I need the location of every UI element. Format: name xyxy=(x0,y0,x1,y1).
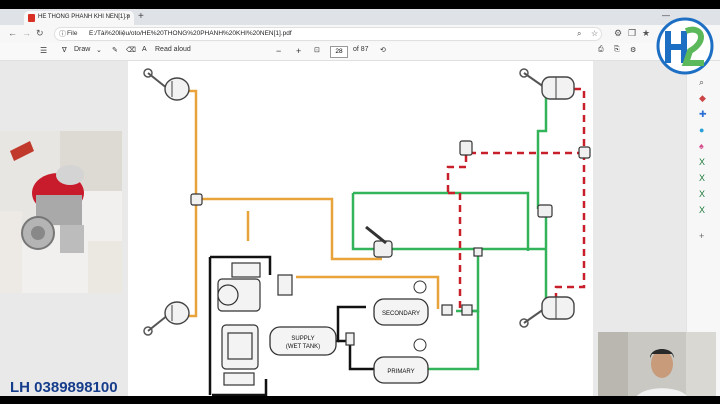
draw-options-icon[interactable]: ⌄ xyxy=(96,46,102,54)
green-air-lines xyxy=(351,91,548,371)
tab-pdf-document[interactable]: HE THONG PHANH KHI NEN[1].p × xyxy=(24,11,134,25)
split-view-icon[interactable]: ❐ xyxy=(628,28,636,39)
compressor-photo xyxy=(0,131,122,293)
highlight-icon[interactable]: ✎ xyxy=(112,46,118,54)
star-icon[interactable]: ☆ xyxy=(591,29,598,38)
front-left-brake-chamber xyxy=(143,68,190,101)
new-tab-button[interactable]: + xyxy=(138,11,144,22)
games-icon[interactable]: ♠ xyxy=(699,141,704,151)
rotate-icon[interactable]: ⟲ xyxy=(380,46,386,54)
browser-window: HE THONG PHANH KHI NEN[1].p × + — ← → ↻ … xyxy=(0,9,720,396)
contents-icon[interactable]: ☰ xyxy=(40,46,47,55)
extensions-icon[interactable]: ⚙ xyxy=(614,28,622,39)
address-bar-row: ← → ↻ ⓘ File E:/Tài%20liệu/oto/HE%20THON… xyxy=(0,25,720,43)
url-field[interactable]: ⓘ File E:/Tài%20liệu/oto/HE%20THONG%20PH… xyxy=(54,27,602,41)
primary-label: PRIMARY xyxy=(387,369,414,375)
tab-close-button[interactable]: × xyxy=(126,13,130,20)
tools-icon[interactable]: ✚ xyxy=(699,109,707,120)
logo-mark xyxy=(656,17,714,75)
tab-title: HE THONG PHANH KHI NEN[1].p xyxy=(38,14,130,20)
search-icon[interactable]: ⌕ xyxy=(577,29,581,39)
file-scheme-label: File xyxy=(67,30,78,37)
compressor xyxy=(217,262,293,386)
compressor-photo-image xyxy=(0,131,122,293)
red-dashed-lines xyxy=(446,87,586,311)
info-icon[interactable]: ⓘ xyxy=(59,29,66,39)
pdf-file-icon xyxy=(28,14,35,22)
orange-air-lines xyxy=(173,89,440,318)
secondary-label: SECONDARY xyxy=(382,311,420,317)
page-total: of 87 xyxy=(353,46,369,53)
zoom-out-button[interactable]: − xyxy=(276,46,281,56)
page-number-input[interactable]: 28 xyxy=(330,46,348,58)
settings-icon[interactable]: ⚙ xyxy=(630,46,636,54)
filter-icon[interactable]: ∇ xyxy=(62,46,67,54)
excel-icon[interactable]: X xyxy=(699,157,705,167)
supply-label: SUPPLY xyxy=(291,336,314,342)
draw-button[interactable]: Draw xyxy=(74,46,90,53)
read-aloud-button[interactable]: Read aloud xyxy=(155,46,191,53)
print-icon[interactable]: ⎙ xyxy=(598,46,604,54)
presenter-webcam xyxy=(598,332,716,396)
pdf-toolbar: ☰ ∇ Draw ⌄ ✎ ⌫ A Read aloud − + ⊡ 28 of … xyxy=(0,43,720,61)
search-sidebar-icon[interactable]: ⌕ xyxy=(699,77,704,88)
supply-wet-tank: SUPPLY (WET TANK) xyxy=(269,326,337,356)
pdf-page: SUPPLY (WET TANK) SECONDARY PRIMARY xyxy=(128,61,593,396)
rear-left-brake-chamber xyxy=(143,301,190,336)
url-text: E:/Tài%20liệu/oto/HE%20THONG%20PHANH%20K… xyxy=(89,30,292,37)
air-brake-diagram: SUPPLY (WET TANK) SECONDARY PRIMARY xyxy=(143,68,591,396)
excel-icon-2[interactable]: X xyxy=(699,173,705,183)
excel-icon-3[interactable]: X xyxy=(699,189,705,199)
contact-phone-text: LH 0389898100 xyxy=(10,379,118,396)
tab-strip: HE THONG PHANH KHI NEN[1].p × + — xyxy=(0,9,720,25)
secondary-tank: SECONDARY xyxy=(373,280,429,326)
primary-tank: PRIMARY xyxy=(373,338,429,384)
favorites-icon[interactable]: ★ xyxy=(642,28,650,39)
forward-icon[interactable]: → xyxy=(22,28,31,38)
webcam-image xyxy=(598,332,716,396)
brand-logo xyxy=(656,15,714,77)
copilot-icon[interactable]: ● xyxy=(699,125,704,135)
save-icon[interactable]: ⎘ xyxy=(614,46,620,54)
zoom-in-button[interactable]: + xyxy=(296,46,301,56)
fit-page-icon[interactable]: ⊡ xyxy=(314,46,320,54)
add-app-icon[interactable]: + xyxy=(699,231,704,241)
wet-tank-label: (WET TANK) xyxy=(286,344,320,350)
eraser-icon[interactable]: ⌫ xyxy=(126,46,136,54)
read-aloud-icon[interactable]: A xyxy=(142,46,147,53)
back-icon[interactable]: ← xyxy=(8,28,17,38)
reload-icon[interactable]: ↻ xyxy=(36,28,44,39)
excel-icon-4[interactable]: X xyxy=(699,205,705,215)
front-right-spring-brake xyxy=(519,68,575,100)
shopping-icon[interactable]: ◆ xyxy=(699,93,706,104)
rear-right-spring-brake xyxy=(519,296,575,328)
